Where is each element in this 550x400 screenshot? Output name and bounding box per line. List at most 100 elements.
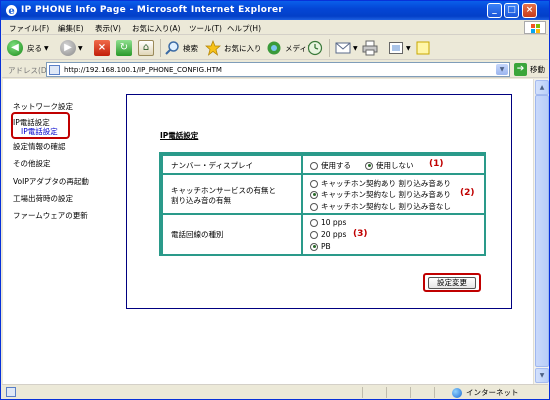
search-button[interactable]: 検索: [164, 39, 198, 57]
chevron-down-icon: ▼: [353, 44, 358, 52]
ie-logo-icon: e: [6, 5, 17, 17]
status-divider: [434, 387, 435, 398]
address-input[interactable]: http://192.168.100.1/IP_PHONE_CONFIG.HTM…: [46, 62, 510, 77]
forward-arrow-icon: ▶: [60, 40, 76, 56]
edit-button[interactable]: ▼: [388, 39, 411, 57]
status-divider: [410, 387, 411, 398]
minimize-button[interactable]: _: [487, 3, 502, 18]
title-bar: e IP PHONE Info Page - Microsoft Interne…: [1, 1, 549, 20]
media-icon: [267, 41, 281, 55]
status-divider: [362, 387, 363, 398]
windows-logo-icon: [524, 21, 546, 34]
go-label: 移動: [530, 65, 545, 74]
table-row-options: 使用する 使用しない (1): [303, 156, 484, 173]
security-zone: インターネット: [452, 387, 519, 398]
back-arrow-icon: ◀: [7, 40, 23, 56]
stop-button[interactable]: ×: [94, 39, 110, 57]
print-button[interactable]: [362, 39, 378, 57]
globe-icon: [452, 387, 462, 398]
refresh-icon: ↻: [116, 40, 132, 56]
stop-icon: ×: [94, 40, 110, 56]
refresh-button[interactable]: ↻: [116, 39, 132, 57]
radio-circle-icon: [365, 161, 373, 170]
menu-edit[interactable]: 編集(E): [58, 23, 84, 34]
nav-network-settings[interactable]: ネットワーク設定: [13, 101, 73, 112]
marker-1: (1): [429, 159, 444, 169]
favorites-label: お気に入り: [224, 43, 262, 53]
menu-help[interactable]: ヘルプ(H): [227, 23, 261, 34]
nav-check-settings[interactable]: 設定情報の確認: [13, 141, 66, 152]
address-dropdown-button[interactable]: ▼: [496, 64, 508, 75]
page-icon: [6, 387, 16, 397]
address-url[interactable]: http://192.168.100.1/IP_PHONE_CONFIG.HTM: [64, 66, 222, 74]
nav-ip-phone-settings-sub[interactable]: IP電話設定: [21, 126, 58, 137]
back-button[interactable]: ◀ 戻る ▼: [7, 39, 49, 57]
search-icon: [165, 41, 179, 55]
radio-circle-icon: [310, 179, 318, 188]
radio-circle-icon: [310, 242, 318, 251]
home-button[interactable]: ⌂: [138, 39, 154, 57]
history-button[interactable]: [307, 39, 323, 57]
printer-icon: [362, 40, 378, 56]
marker-2: (2): [460, 188, 475, 198]
radio-pb[interactable]: PB: [310, 242, 331, 251]
toolbar-separator: [329, 39, 330, 57]
toolbar: ◀ 戻る ▼ ▶ ▼ × ↻ ⌂ 検索 お気に入り メディア ▼ ▼: [2, 36, 548, 60]
vertical-scrollbar[interactable]: ▲ ▼: [533, 79, 549, 384]
radio-10pps[interactable]: 10 pps: [310, 218, 346, 227]
marker-3: (3): [353, 229, 368, 239]
menu-tools[interactable]: ツール(T): [189, 23, 222, 34]
chevron-down-icon: ▼: [78, 44, 83, 52]
scroll-up-button[interactable]: ▲: [535, 80, 549, 95]
nav-restart-adapter[interactable]: VoIPアダプタの再起動: [13, 176, 89, 187]
radio-number-display-on[interactable]: 使用する: [310, 160, 351, 171]
chevron-down-icon: ▼: [44, 44, 49, 52]
apply-highlight-box: 設定変更: [423, 273, 481, 292]
apply-settings-button[interactable]: 設定変更: [428, 277, 476, 289]
go-arrow-icon: ➔: [514, 63, 527, 76]
status-divider: [386, 387, 387, 398]
radio-20pps[interactable]: 20 pps: [310, 230, 346, 239]
mail-button[interactable]: ▼: [335, 39, 358, 57]
toolbar-separator: [160, 39, 161, 57]
page-icon: [49, 65, 60, 75]
menu-favorites[interactable]: お気に入り(A): [132, 23, 180, 34]
table-row-label: ナンバー・ディスプレイ: [163, 156, 301, 173]
close-button[interactable]: ×: [522, 3, 537, 18]
radio-no-contract-interrupt-on[interactable]: キャッチホン契約なし 割り込み音あり: [310, 189, 451, 200]
chevron-down-icon: ▼: [406, 44, 411, 52]
nav-firmware-update[interactable]: ファームウェアの更新: [13, 210, 88, 221]
menu-bar: ファイル(F) 編集(E) 表示(V) お気に入り(A) ツール(T) ヘルプ(…: [2, 20, 548, 35]
forward-button[interactable]: ▶ ▼: [60, 39, 83, 57]
table-row-label: キャッチホンサービスの有無と 割り込み音の有無: [163, 175, 301, 213]
mail-icon: [335, 42, 351, 54]
go-button[interactable]: ➔ 移動: [514, 63, 545, 76]
address-label: アドレス(D): [8, 66, 50, 75]
radio-catch-contract-interrupt-on[interactable]: キャッチホン契約あり 割り込み音あり: [310, 178, 451, 189]
favorites-button[interactable]: お気に入り: [205, 39, 262, 57]
note-icon: [416, 41, 430, 55]
page-title: IP電話設定: [160, 131, 199, 140]
settings-table: ナンバー・ディスプレイ 使用する 使用しない (1) キャッチホンサービスの有無: [159, 152, 486, 256]
address-bar: アドレス(D) http://192.168.100.1/IP_PHONE_CO…: [2, 61, 548, 78]
radio-circle-icon: [310, 202, 318, 211]
settings-panel: IP電話設定 ナンバー・ディスプレイ 使用する 使用しない (1) キャッチホン…: [126, 94, 512, 309]
maximize-button[interactable]: □: [504, 3, 519, 18]
status-bar: インターネット: [2, 384, 548, 399]
history-icon: [307, 40, 323, 56]
radio-circle-icon: [310, 230, 318, 239]
nav-factory-reset[interactable]: 工場出荷時の設定: [13, 193, 73, 204]
scroll-down-button[interactable]: ▼: [535, 368, 549, 383]
home-icon: ⌂: [138, 40, 154, 56]
messenger-button[interactable]: [415, 39, 431, 57]
radio-circle-icon: [310, 161, 318, 170]
radio-no-contract-interrupt-off[interactable]: キャッチホン契約なし 割り込み音なし: [310, 201, 451, 212]
radio-circle-icon: [310, 218, 318, 227]
scrollbar-thumb[interactable]: [535, 95, 549, 367]
menu-view[interactable]: 表示(V): [95, 23, 121, 34]
menu-file[interactable]: ファイル(F): [9, 23, 49, 34]
svg-text:e: e: [8, 6, 14, 17]
page-content: ネットワーク設定 IP電話設定 IP電話設定 設定情報の確認 その他設定 VoI…: [3, 79, 533, 384]
radio-number-display-off[interactable]: 使用しない: [365, 160, 414, 171]
nav-other-settings[interactable]: その他設定: [13, 158, 51, 169]
